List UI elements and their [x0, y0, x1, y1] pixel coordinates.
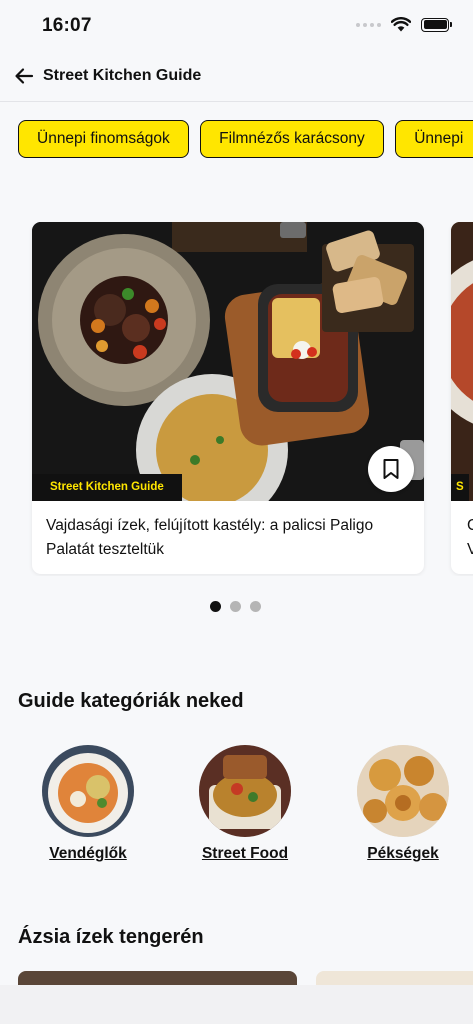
status-bar: 16:07 — [0, 0, 473, 52]
asia-card[interactable] — [316, 971, 473, 985]
pagination-dot-active[interactable] — [210, 601, 221, 612]
status-icons — [356, 17, 452, 32]
cellular-signal-icon — [356, 22, 381, 27]
battery-icon — [421, 17, 452, 32]
pagination-dot[interactable] — [250, 601, 261, 612]
bookmark-icon — [383, 459, 399, 479]
category-vendeglok[interactable]: Vendéglők — [42, 745, 134, 863]
back-arrow-icon[interactable] — [13, 65, 35, 87]
category-label[interactable]: Vendéglők — [22, 845, 154, 863]
category-label[interactable]: Street Food — [179, 845, 311, 863]
article-image — [32, 222, 424, 501]
category-image — [42, 745, 134, 837]
chip-scroller[interactable]: Ünnepi finomságok Filmnézős karácsony Ün… — [18, 120, 473, 160]
category-street-food[interactable]: Street Food — [199, 745, 291, 863]
carousel-pagination — [210, 601, 261, 612]
article-source-tag-next: S — [451, 474, 469, 501]
article-image-next — [451, 222, 473, 501]
categories-section-title: Guide kategóriák neked — [18, 690, 244, 712]
article-title[interactable]: Vajdasági ízek, felújított kastély: a pa… — [46, 514, 410, 562]
featured-carousel[interactable]: Street Kitchen Guide Vajdasági ízek, fel… — [0, 222, 473, 576]
asia-card[interactable] — [18, 971, 297, 985]
page-title: Street Kitchen Guide — [43, 67, 202, 84]
category-peksegek[interactable]: Pékségek — [357, 745, 449, 863]
status-time: 16:07 — [42, 15, 92, 36]
food-photo-next — [451, 222, 473, 501]
category-label[interactable]: Pékségek — [337, 845, 469, 863]
article-card-next[interactable]: S C V — [451, 222, 473, 574]
article-source-tag: Street Kitchen Guide — [32, 474, 182, 501]
app-header: Street Kitchen Guide — [0, 52, 473, 102]
category-image — [357, 745, 449, 837]
chip-unnepi[interactable]: Ünnepi — [395, 120, 473, 158]
food-photo — [32, 222, 424, 501]
article-title-next[interactable]: C V — [467, 514, 473, 562]
chip-filmnezos-karacsony[interactable]: Filmnézős karácsony — [200, 120, 384, 158]
bookmark-button[interactable] — [368, 446, 414, 492]
wifi-icon — [391, 17, 411, 32]
article-card[interactable]: Street Kitchen Guide Vajdasági ízek, fel… — [32, 222, 424, 574]
asia-section-title: Ázsia ízek tengerén — [18, 926, 204, 948]
category-image — [199, 745, 291, 837]
chip-unnepi-finomsagok[interactable]: Ünnepi finomságok — [18, 120, 189, 158]
pagination-dot[interactable] — [230, 601, 241, 612]
asia-carousel[interactable] — [0, 971, 473, 985]
bottom-bar — [0, 985, 473, 1024]
